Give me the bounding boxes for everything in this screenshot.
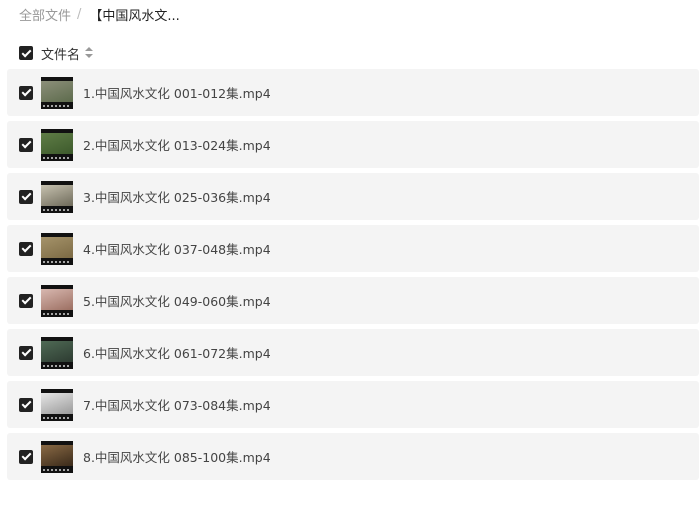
breadcrumb-current-folder: 【中国风水文... [89, 8, 180, 24]
file-name[interactable]: 2.中国风水文化 013-024集.mp4 [83, 135, 271, 154]
file-checkbox[interactable] [19, 397, 33, 412]
video-thumbnail [41, 440, 73, 473]
file-name[interactable]: 3.中国风水文化 025-036集.mp4 [83, 187, 271, 206]
file-row[interactable]: 2.中国风水文化 013-024集.mp4 [7, 121, 699, 168]
file-checkbox[interactable] [19, 241, 33, 256]
thumbnail-scene [41, 132, 73, 154]
file-row[interactable]: 6.中国风水文化 061-072集.mp4 [7, 329, 699, 376]
file-row[interactable]: 5.中国风水文化 049-060集.mp4 [7, 277, 699, 324]
thumbnail-scene [41, 340, 73, 362]
file-name[interactable]: 4.中国风水文化 037-048集.mp4 [83, 239, 271, 258]
thumbnail-strip [43, 156, 71, 159]
file-name[interactable]: 5.中国风水文化 049-060集.mp4 [83, 291, 271, 310]
video-thumbnail [41, 284, 73, 317]
thumbnail-scene [41, 444, 73, 466]
thumbnail-strip [43, 312, 71, 315]
thumbnail-strip [43, 260, 71, 263]
thumbnail-strip [43, 416, 71, 419]
file-checkbox[interactable] [19, 189, 33, 204]
file-name[interactable]: 7.中国风水文化 073-084集.mp4 [83, 395, 271, 414]
file-name[interactable]: 1.中国风水文化 001-012集.mp4 [83, 83, 271, 102]
sort-icon[interactable] [85, 47, 94, 59]
breadcrumb: 全部文件 / 【中国风水文... [19, 4, 180, 24]
thumbnail-strip [43, 208, 71, 211]
thumbnail-strip [43, 104, 71, 107]
file-row[interactable]: 8.中国风水文化 085-100集.mp4 [7, 433, 699, 480]
video-thumbnail [41, 180, 73, 213]
video-thumbnail [41, 232, 73, 265]
thumbnail-strip [43, 364, 71, 367]
video-thumbnail [41, 128, 73, 161]
file-list: 1.中国风水文化 001-012集.mp4 2.中国风水文化 013-024集.… [7, 69, 699, 485]
thumbnail-scene [41, 80, 73, 102]
video-thumbnail [41, 336, 73, 369]
thumbnail-scene [41, 184, 73, 206]
video-thumbnail [41, 388, 73, 421]
file-checkbox[interactable] [19, 449, 33, 464]
file-name[interactable]: 8.中国风水文化 085-100集.mp4 [83, 447, 271, 466]
thumbnail-scene [41, 288, 73, 310]
select-all-checkbox[interactable] [19, 46, 33, 60]
column-header-filename[interactable]: 文件名 [41, 44, 80, 63]
file-name[interactable]: 6.中国风水文化 061-072集.mp4 [83, 343, 271, 362]
thumbnail-scene [41, 236, 73, 258]
thumbnail-strip [43, 468, 71, 471]
file-row[interactable]: 3.中国风水文化 025-036集.mp4 [7, 173, 699, 220]
file-list-header: 文件名 [19, 44, 94, 63]
file-checkbox[interactable] [19, 137, 33, 152]
file-row[interactable]: 4.中国风水文化 037-048集.mp4 [7, 225, 699, 272]
thumbnail-scene [41, 392, 73, 414]
file-row[interactable]: 1.中国风水文化 001-012集.mp4 [7, 69, 699, 116]
file-row[interactable]: 7.中国风水文化 073-084集.mp4 [7, 381, 699, 428]
file-checkbox[interactable] [19, 293, 33, 308]
breadcrumb-root-link[interactable]: 全部文件 [19, 5, 71, 24]
breadcrumb-separator: / [77, 6, 82, 22]
file-checkbox[interactable] [19, 345, 33, 360]
video-thumbnail [41, 76, 73, 109]
file-checkbox[interactable] [19, 85, 33, 100]
